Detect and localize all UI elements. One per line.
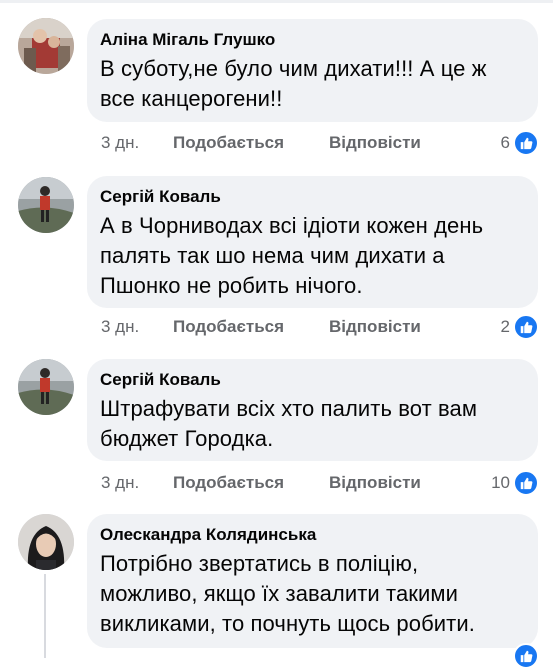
comment-author[interactable]: Олескандра Колядинська — [100, 524, 522, 546]
like-thumb-icon — [513, 643, 539, 669]
comment-text-line: бюджет Городка. — [100, 426, 274, 451]
comment-bubble: Сергій Коваль Штрафувати всіх хто палить… — [87, 359, 538, 461]
comment-author[interactable]: Сергій Коваль — [100, 369, 522, 391]
comment-text: А в Чорниводах всі ідіоти кожен день пал… — [100, 211, 522, 301]
reply-link[interactable]: Відповісти — [329, 131, 421, 155]
reply-link[interactable]: Відповісти — [329, 471, 421, 495]
avatar[interactable] — [18, 177, 74, 233]
like-thumb-icon — [513, 130, 539, 156]
reply-link[interactable]: Відповісти — [329, 315, 421, 339]
comment-timestamp[interactable]: 3 дн. — [101, 315, 139, 339]
like-link[interactable]: Подобається — [173, 315, 284, 339]
like-thumb-icon — [513, 470, 539, 496]
comment-author[interactable]: Сергій Коваль — [100, 186, 522, 208]
like-link[interactable]: Подобається — [173, 471, 284, 495]
comment-text-line: все канцерогени!! — [100, 86, 283, 111]
reaction-summary[interactable]: 10 — [491, 470, 539, 496]
like-link[interactable]: Подобається — [173, 131, 284, 155]
comment-bubble: Аліна Мігаль Глушко В суботу,не було чим… — [87, 19, 538, 122]
comment-text-line: Потрібно звертатись в поліцію, — [100, 551, 419, 576]
comment-bubble: Сергій Коваль А в Чорниводах всі ідіоти … — [87, 176, 538, 308]
comment-text-line: палять так шо нема чим дихати а — [100, 243, 445, 268]
comment-text-line: Штрафувати всіх хто палить вот вам — [100, 396, 478, 421]
comment-text-line: В суботу,не було чим дихати!!! А це ж — [100, 56, 487, 81]
reaction-count: 10 — [491, 473, 510, 492]
reaction-count: 2 — [500, 317, 510, 336]
comment-author[interactable]: Аліна Мігаль Глушко — [100, 29, 522, 51]
comment-text-line: А в Чорниводах всі ідіоти кожен день — [100, 213, 484, 238]
like-thumb-icon — [513, 314, 539, 340]
comment-text: Штрафувати всіх хто палить вот вам бюдже… — [100, 394, 522, 454]
avatar[interactable] — [18, 359, 74, 415]
reaction-summary[interactable]: 6 — [500, 130, 539, 156]
comment-text: В суботу,не було чим дихати!!! А це ж вс… — [100, 54, 522, 114]
top-divider — [0, 0, 553, 3]
comment-text-line: викликами, то почнуть щось робити. — [100, 611, 475, 636]
avatar[interactable] — [18, 18, 74, 74]
comment-bubble: Олескандра Колядинська Потрібно звертати… — [87, 514, 538, 648]
comment-timestamp[interactable]: 3 дн. — [101, 471, 139, 495]
reaction-count: 6 — [500, 133, 510, 152]
thread-connector — [44, 574, 46, 658]
reaction-summary-partial[interactable] — [513, 643, 539, 669]
comment-text-line: можливо, якщо їх завалити такими — [100, 581, 459, 606]
comment-text: Потрібно звертатись в поліцію, можливо, … — [100, 549, 522, 639]
avatar[interactable] — [18, 514, 74, 570]
comment-timestamp[interactable]: 3 дн. — [101, 131, 139, 155]
comment-text-line: Пшонко не робить нічого. — [100, 273, 363, 298]
reaction-summary[interactable]: 2 — [500, 314, 539, 340]
